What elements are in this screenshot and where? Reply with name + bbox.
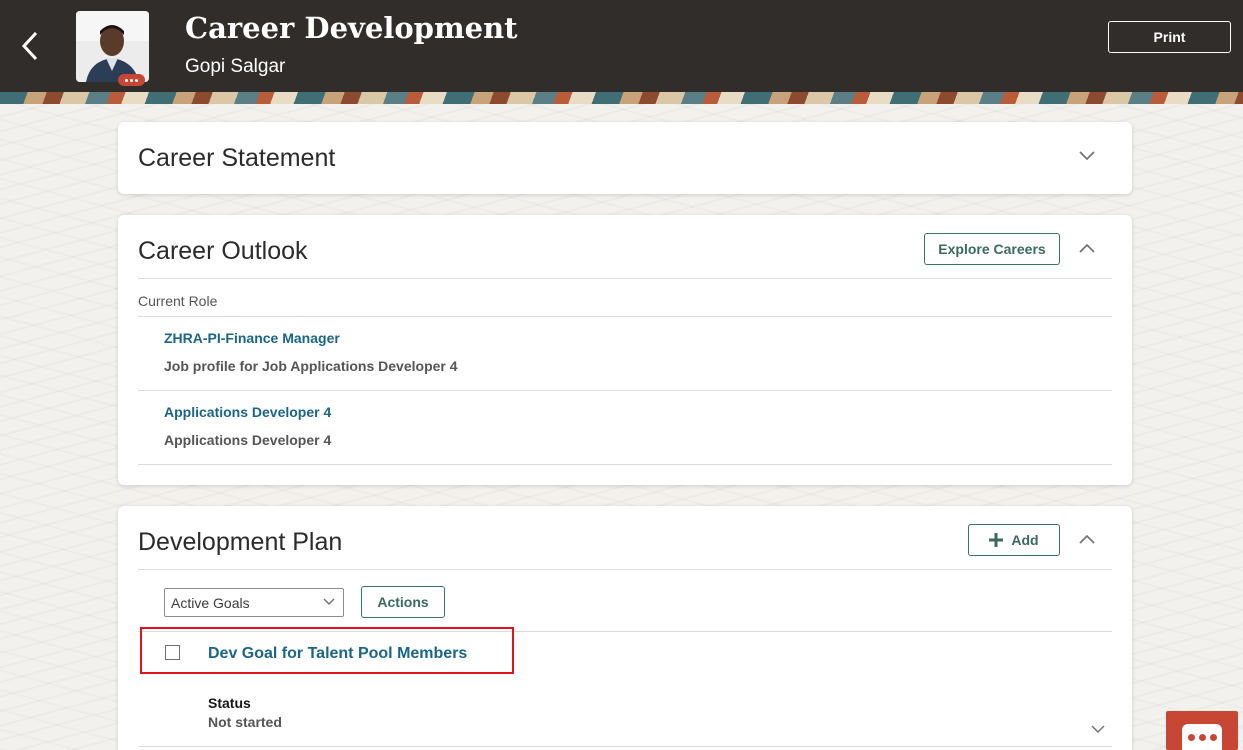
- expand-career-statement-button[interactable]: [1076, 144, 1098, 166]
- divider: [138, 316, 1112, 317]
- status-value: Not started: [208, 714, 282, 730]
- page-header: Career Development Gopi Salgar Print: [0, 0, 1243, 92]
- career-statement-title: Career Statement: [138, 144, 336, 172]
- career-statement-card: Career Statement: [118, 122, 1132, 194]
- chat-icon: [1182, 724, 1222, 750]
- explore-careers-button[interactable]: Explore Careers: [924, 233, 1060, 265]
- goal-highlight-box: [140, 627, 514, 674]
- decorative-banner: [0, 92, 1243, 104]
- chevron-down-icon: [323, 598, 335, 605]
- career-outlook-title: Career Outlook: [138, 237, 308, 265]
- print-button[interactable]: Print: [1108, 21, 1231, 53]
- role-link[interactable]: ZHRA-PI-Finance Manager: [164, 330, 340, 346]
- plus-icon: [989, 533, 1004, 547]
- add-goal-button[interactable]: Add: [968, 524, 1060, 556]
- avatar[interactable]: [76, 11, 149, 82]
- avatar-more-button[interactable]: [118, 74, 145, 86]
- actions-button[interactable]: Actions: [361, 586, 445, 618]
- collapse-development-plan-button[interactable]: [1076, 528, 1098, 550]
- career-outlook-card: Career Outlook Explore Careers Current R…: [118, 215, 1132, 485]
- current-role-label: Current Role: [138, 293, 218, 309]
- back-button[interactable]: [12, 26, 48, 66]
- chat-button[interactable]: [1166, 711, 1238, 750]
- divider: [138, 464, 1112, 465]
- chevron-up-icon: [1079, 243, 1095, 253]
- divider: [138, 390, 1112, 391]
- divider: [138, 746, 1112, 747]
- collapse-career-outlook-button[interactable]: [1076, 237, 1098, 259]
- chevron-up-icon: [1079, 534, 1095, 544]
- person-name: Gopi Salgar: [185, 56, 286, 77]
- goal-filter-select[interactable]: Active Goals: [164, 588, 344, 617]
- expand-goal-button[interactable]: [1087, 718, 1109, 740]
- page-title: Career Development: [185, 11, 518, 45]
- status-label: Status: [208, 695, 251, 711]
- role-description: Applications Developer 4: [164, 432, 332, 448]
- role-link[interactable]: Applications Developer 4: [164, 404, 331, 420]
- chevron-down-icon: [1091, 725, 1105, 733]
- development-plan-title: Development Plan: [138, 528, 343, 556]
- divider: [138, 569, 1112, 570]
- back-arrow-icon: [21, 31, 38, 61]
- goal-filter-value: Active Goals: [171, 594, 250, 611]
- add-label: Add: [1011, 532, 1039, 548]
- role-description: Job profile for Job Applications Develop…: [164, 358, 458, 374]
- divider: [138, 278, 1112, 279]
- person-photo-icon: [76, 11, 149, 82]
- more-dots-icon: [125, 78, 128, 82]
- chevron-down-icon: [1079, 151, 1095, 161]
